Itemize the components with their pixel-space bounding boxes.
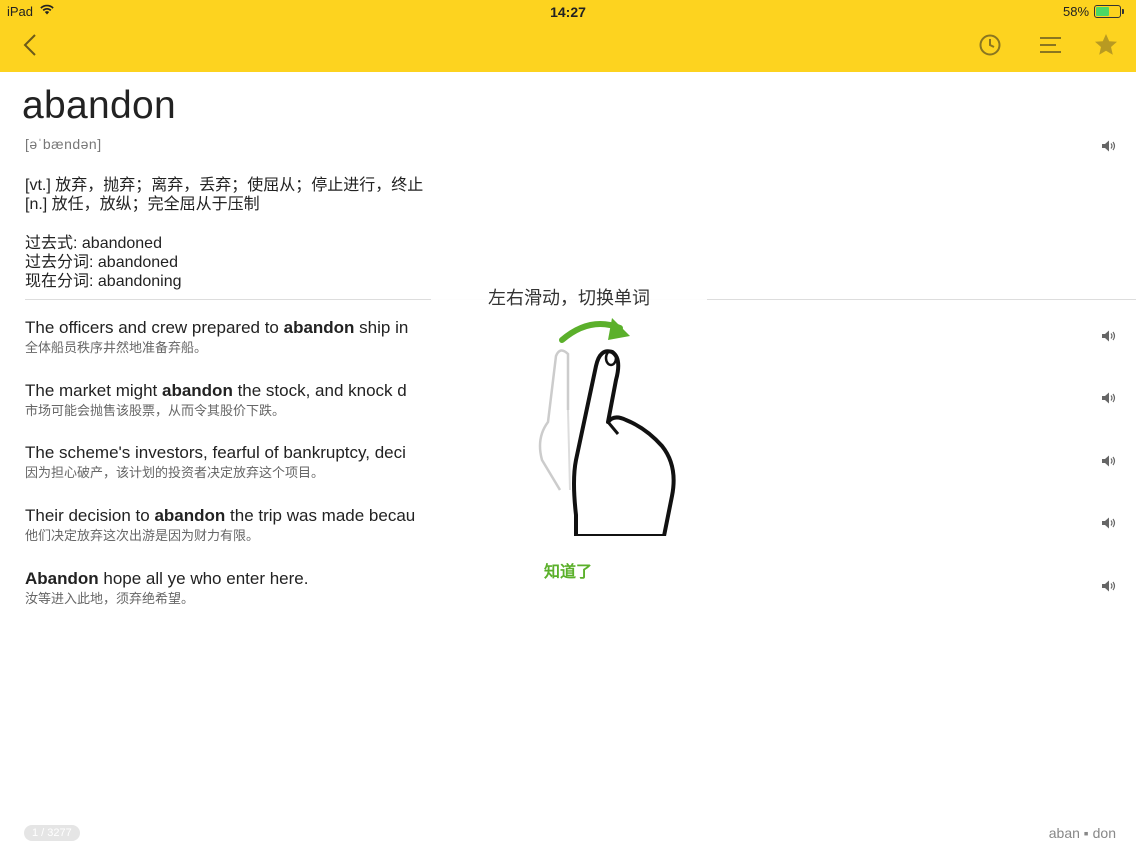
example-text: ship in xyxy=(354,318,409,337)
got-it-button[interactable]: 知道了 xyxy=(518,558,618,582)
clock-icon xyxy=(979,34,1001,56)
star-icon xyxy=(1095,34,1117,55)
clock-time: 14:27 xyxy=(550,4,586,20)
tutorial-title: 左右滑动，切换单词 xyxy=(488,288,650,308)
speaker-icon xyxy=(1102,455,1116,467)
swipe-hand-icon xyxy=(520,310,690,538)
page-indicator: 1 / 3277 xyxy=(24,825,80,841)
history-button[interactable] xyxy=(975,30,1005,60)
example-keyword: abandon xyxy=(283,318,355,337)
example-translation: 汝等进入此地，须弃绝希望。 xyxy=(25,591,195,606)
example-pronounce-button[interactable] xyxy=(1101,516,1117,530)
example-text: Their decision to xyxy=(25,506,155,525)
example-pronounce-button[interactable] xyxy=(1101,391,1117,405)
syllable-split: aban ▪ don xyxy=(1048,825,1116,841)
speaker-icon xyxy=(1102,517,1116,529)
top-bar: iPad 14:27 58% xyxy=(0,0,1136,72)
example-keyword: Abandon xyxy=(25,569,99,588)
example-pronounce-button[interactable] xyxy=(1101,329,1117,343)
example-text: The officers and crew prepared to xyxy=(25,318,284,337)
word-list-button[interactable] xyxy=(1036,30,1066,60)
headword: abandon xyxy=(22,84,176,127)
battery-percent: 58% xyxy=(1063,4,1090,19)
example-pronounce-button[interactable] xyxy=(1101,454,1117,468)
example-text: the stock, and knock d xyxy=(232,381,407,400)
phonetic: [əˈbændən] xyxy=(25,136,102,152)
battery-fill xyxy=(1096,7,1110,16)
battery-icon xyxy=(1094,5,1124,18)
definition-line: [n.] 放任，放纵；完全屈从于压制 xyxy=(25,196,260,213)
example-text: The market might xyxy=(25,381,162,400)
word-pronounce-button[interactable] xyxy=(1101,139,1117,153)
speaker-icon xyxy=(1102,580,1116,592)
speaker-icon xyxy=(1102,392,1116,404)
favorite-button[interactable] xyxy=(1091,30,1121,60)
menu-lines-icon xyxy=(1040,37,1061,53)
chevron-left-icon xyxy=(23,34,36,56)
status-bar: iPad 14:27 58% xyxy=(0,0,1136,24)
example-text: hope all ye who enter here. xyxy=(98,569,309,588)
speaker-icon xyxy=(1102,140,1116,152)
inflection-line: 现在分词: abandoning xyxy=(25,273,182,290)
example-text: the trip was made becau xyxy=(225,506,416,525)
example-pronounce-button[interactable] xyxy=(1101,579,1117,593)
example-keyword: abandon xyxy=(154,506,226,525)
example-text: The scheme's investors, fearful of bankr… xyxy=(25,443,406,462)
speaker-icon xyxy=(1102,330,1116,342)
back-button[interactable] xyxy=(16,30,46,60)
example-keyword: abandon xyxy=(162,381,233,400)
